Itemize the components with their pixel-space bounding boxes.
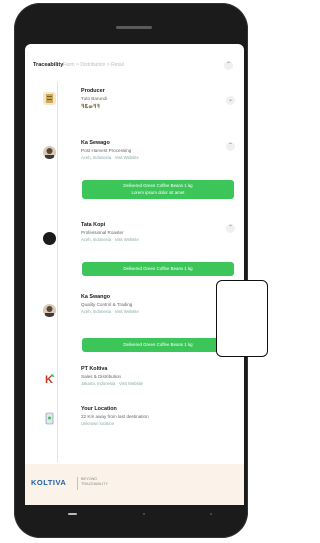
distributor-location[interactable]: Jakarta, Indonesia · Visit Website <box>81 381 143 386</box>
page-subtitle: Farm > Distribution > Retail <box>63 62 124 68</box>
chevron-up-icon[interactable]: ⌄ <box>226 96 235 105</box>
distributor-role: Sales & Distribution <box>81 374 122 379</box>
producer-name: Producer <box>81 88 105 94</box>
page-title: Traceability <box>33 62 64 68</box>
chevron-up-icon[interactable]: ⌃ <box>226 142 235 151</box>
back-nav-icon[interactable] <box>68 513 77 515</box>
timeline-node-qc: Ka Swango Quality Control & Trading Aceh… <box>25 294 244 358</box>
your-location-name: Your Location <box>81 406 117 412</box>
processor-avatar <box>43 146 56 159</box>
processor-location[interactable]: Aceh, Indonesia · Visit Website <box>81 155 139 160</box>
footer-divider <box>77 477 78 490</box>
timeline-node-processing: Ka Sewago Post Harvest Processing Aceh, … <box>25 140 244 210</box>
distributor-name: PT Koltiva <box>81 366 108 372</box>
your-location-distance: 22 Km away from last destination <box>81 414 149 419</box>
shipment-pill[interactable]: Delivered Green Coffee Beans 1 kg <box>82 262 234 276</box>
roaster-name: Tata Kopi <box>81 222 106 228</box>
producer-signature: ꟻᏋꭴꟻꟻ <box>81 104 101 110</box>
app-screen: Traceability Farm > Distribution > Retai… <box>25 44 244 505</box>
timeline-node-roaster: Tata Kopi Professional Roaster Aceh, Ind… <box>25 222 244 282</box>
qc-role: Quality Control & Trading <box>81 302 133 307</box>
roaster-role: Professional Roaster <box>81 230 124 235</box>
phone-location-icon <box>43 412 56 425</box>
qc-name: Ka Swango <box>81 294 111 300</box>
overlay-card <box>216 280 268 357</box>
recent-nav-icon[interactable] <box>210 513 212 515</box>
koltiva-logo: KOLTIVA <box>31 478 67 487</box>
producer-avatar <box>43 92 56 105</box>
traceability-header: Traceability Farm > Distribution > Retai… <box>25 61 244 76</box>
shipment-pill-label: Delivered Green Coffee Beans 1 kg <box>123 266 193 271</box>
brand-footer: KOLTIVA BEYOND TRACEABILITY <box>25 464 244 505</box>
shipment-pill-label: Delivered Green Coffee Beans 1 kg <box>123 183 193 188</box>
processor-role: Post Harvest Processing <box>81 148 132 153</box>
roaster-avatar <box>43 232 56 245</box>
processor-name: Ka Sewago <box>81 140 110 146</box>
roaster-location[interactable]: Aceh, Indonesia · Visit Website <box>81 237 139 242</box>
home-nav-icon[interactable] <box>143 513 145 515</box>
qc-location[interactable]: Aceh, Indonesia · Visit Website <box>81 309 139 314</box>
your-location-detail: Unknown location <box>81 421 115 426</box>
timeline-node-your-location: Your Location 22 Km away from last desti… <box>25 406 244 438</box>
producer-role: Tuto Barundi <box>81 96 108 101</box>
shipment-pill[interactable]: Delivered Green Coffee Beans 1 kg Lorem … <box>82 180 234 199</box>
timeline-node-producer: Producer Tuto Barundi ꟻᏋꭴꟻꟻ ⌄ <box>25 88 244 128</box>
speaker-notch <box>116 26 152 29</box>
shipment-pill-detail: Lorem ipsum dolor sit amet <box>131 190 185 195</box>
chevron-up-icon[interactable]: ⌃ <box>226 224 235 233</box>
shipment-pill-label: Delivered Green Coffee Beans 1 kg <box>123 342 193 347</box>
shipment-pill[interactable]: Delivered Green Coffee Beans 1 kg <box>82 338 234 352</box>
qc-avatar <box>43 304 56 317</box>
timeline-node-distribution: K PT Koltiva Sales & Distribution Jakart… <box>25 366 244 398</box>
koltiva-logo-icon: K <box>43 372 56 385</box>
footer-tagline: BEYOND TRACEABILITY <box>81 477 109 486</box>
collapse-all-icon[interactable]: ⌃ <box>224 61 233 70</box>
